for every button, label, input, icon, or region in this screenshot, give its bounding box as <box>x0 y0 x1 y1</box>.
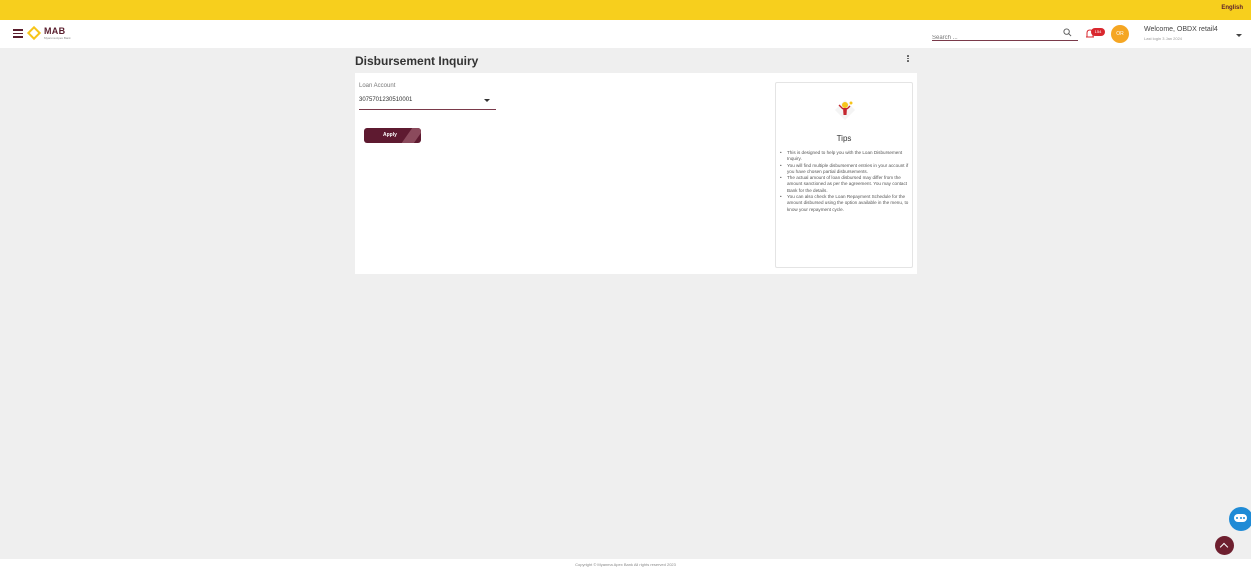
footer: Copyright © Myanma Apex Bank All rights … <box>0 559 1251 571</box>
tip-item: This is designed to help you with the Lo… <box>779 150 911 163</box>
scroll-to-top-button[interactable] <box>1215 536 1234 555</box>
chatbot-button[interactable] <box>1229 507 1251 531</box>
dropdown-caret-icon <box>484 99 490 102</box>
notification-count-badge: 154 <box>1091 28 1105 36</box>
last-login-text: Last login 3 Jan 2024 <box>1144 36 1183 41</box>
user-menu-chevron-down-icon[interactable] <box>1236 34 1242 37</box>
apply-button[interactable]: Apply <box>364 128 421 143</box>
apply-button-label: Apply <box>383 132 397 138</box>
button-accent-slash <box>401 128 421 143</box>
loan-account-select[interactable]: 3075701230510001 <box>359 94 496 110</box>
logo-diamond-icon <box>26 25 42 41</box>
page-title: Disbursement Inquiry <box>355 54 479 68</box>
tips-lightbulb-illustration-icon <box>835 100 855 120</box>
chat-bubble-icon <box>1234 514 1247 522</box>
tip-item: The actual amount of loan disbursed may … <box>779 175 911 194</box>
tip-item: You can also check the Loan Repayment Sc… <box>779 194 911 213</box>
user-avatar[interactable]: OR <box>1111 25 1129 43</box>
brand-tagline: Myanma Apex Bank <box>44 36 71 40</box>
tips-title: Tips <box>836 134 852 143</box>
brand-name: MAB <box>44 26 66 36</box>
more-options-kebab-icon[interactable] <box>906 55 910 65</box>
search-box <box>932 26 1078 44</box>
top-language-bar: English <box>0 0 1251 20</box>
inquiry-card: Loan Account 3075701230510001 Apply Tips… <box>355 73 917 274</box>
brand-logo[interactable]: MAB Myanma Apex Bank <box>26 25 72 42</box>
language-selector[interactable]: English <box>1221 5 1243 11</box>
loan-account-value: 3075701230510001 <box>359 97 413 103</box>
hamburger-menu-icon[interactable] <box>13 29 23 38</box>
loan-account-label: Loan Account <box>359 83 396 89</box>
tips-list: This is designed to help you with the Lo… <box>779 150 911 213</box>
copyright-text: Copyright © Myanma Apex Bank All rights … <box>575 562 676 567</box>
tips-panel: Tips This is designed to help you with t… <box>775 82 913 268</box>
chevron-up-icon <box>1219 542 1229 552</box>
search-icon[interactable] <box>1063 28 1072 37</box>
search-input[interactable] <box>932 32 1052 44</box>
tip-item: You will find multiple disbursement entr… <box>779 163 911 176</box>
welcome-text[interactable]: Welcome, OBDX retail4 <box>1144 26 1218 33</box>
